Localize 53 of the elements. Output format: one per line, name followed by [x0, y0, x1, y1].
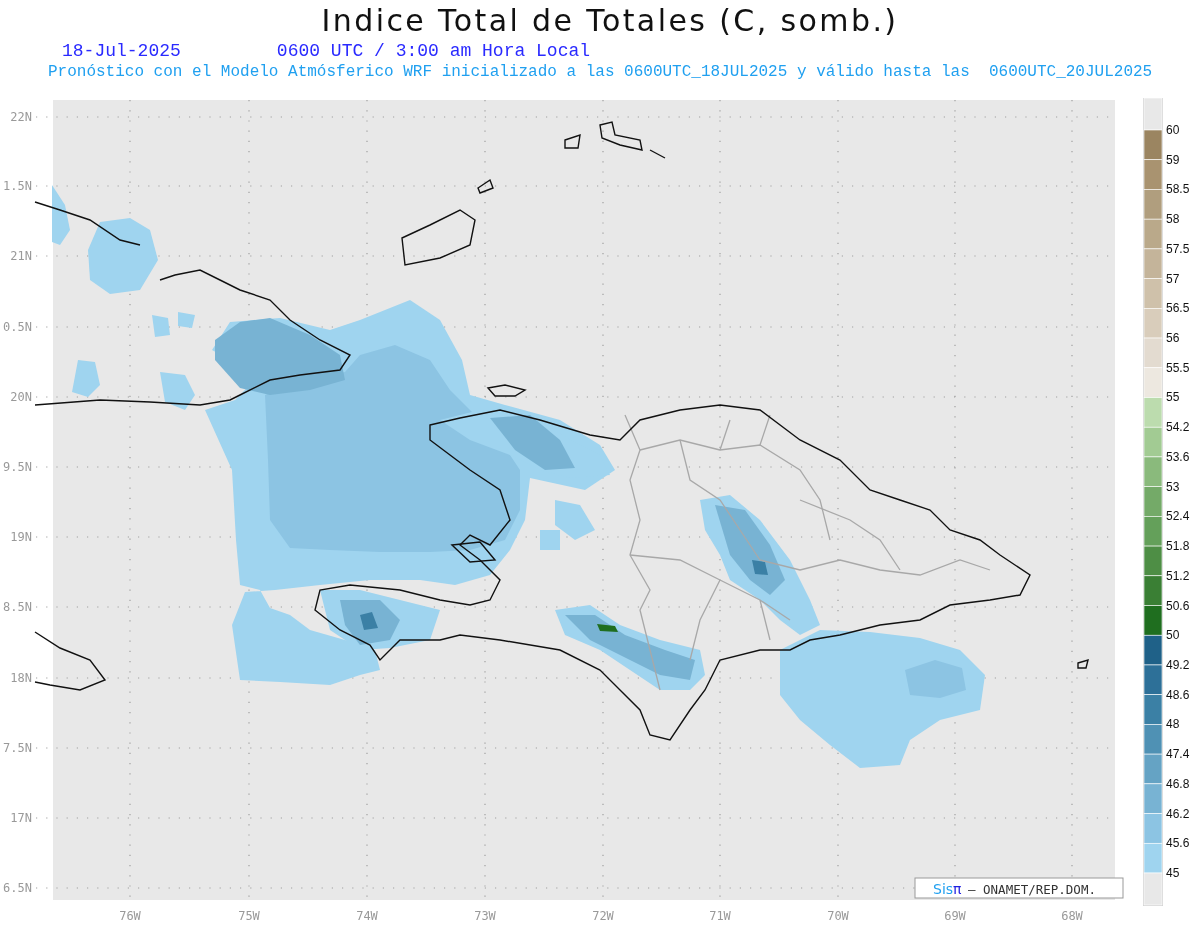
latitude-label: 0.5N	[3, 320, 32, 334]
forecast-description: Pronóstico con el Modelo Atmósferico WRF inicializado a las 0600UTC_18JUL2025 y válido hasta las 0600UTC_20JUL2025	[47, 62, 1154, 82]
colorbar-label: 60	[1166, 123, 1180, 137]
latitude-label: 21N	[10, 249, 32, 263]
latitude-label: 1.5N	[3, 179, 32, 193]
colorbar-label: 46.8	[1166, 776, 1190, 791]
latitude-label: 9.5N	[3, 460, 32, 474]
latitude-label: 8.5N	[3, 600, 32, 614]
logo-text: Sisπ	[933, 881, 962, 897]
longitude-label: 73W	[474, 909, 496, 923]
colorbar-label: 56	[1166, 331, 1180, 346]
longitude-label: 75W	[238, 909, 260, 923]
colorbar-label: 53	[1166, 479, 1180, 494]
colorbar-label: 53.6	[1166, 449, 1190, 464]
colorbar-label: 51.2	[1166, 568, 1190, 583]
latitude-label: 20N	[10, 390, 32, 404]
colorbar-label: 55.5	[1166, 360, 1190, 375]
colorbar-label: 47.4	[1166, 747, 1190, 762]
colorbar-label: 57.5	[1166, 241, 1190, 256]
colorbar-label: 50	[1166, 628, 1180, 643]
colorbar-label: 46.2	[1166, 806, 1190, 821]
longitude-label: 76W	[119, 909, 141, 923]
longitude-label: 68W	[1061, 909, 1083, 923]
colorbar-label: 49.2	[1166, 657, 1190, 672]
colorbar-label: 52.4	[1166, 509, 1190, 524]
colorbar-label: 58.5	[1166, 182, 1190, 197]
latitude-label: 22N	[10, 110, 32, 124]
latitude-label: 18N	[10, 671, 32, 685]
longitude-label: 71W	[709, 909, 731, 923]
longitude-label: 70W	[827, 909, 849, 923]
colorbar-label: 48	[1166, 717, 1180, 732]
longitude-label: 74W	[356, 909, 378, 923]
colorbar-label: 57	[1166, 271, 1180, 286]
longitude-label: 69W	[944, 909, 966, 923]
forecast-date: 18-Jul-2025	[62, 40, 181, 62]
colorbar-label: 56.5	[1166, 301, 1190, 316]
latitude-label: 7.5N	[3, 741, 32, 755]
longitude-label: 72W	[592, 909, 614, 923]
chart-title: Indice Total de Totales (C, somb.)	[321, 2, 899, 40]
latitude-label: 19N	[10, 530, 32, 544]
latitude-label: 6.5N	[3, 881, 32, 895]
colorbar-label: 51.8	[1166, 539, 1190, 554]
colorbar-label: 59	[1166, 152, 1180, 167]
colorbar-label: 50.6	[1166, 598, 1190, 613]
forecast-time: 0600 UTC / 3:00 am Hora Local	[276, 40, 591, 62]
colorbar-label: 45.6	[1166, 836, 1190, 851]
colorbar-label: 55	[1166, 390, 1180, 405]
latitude-label: 17N	[10, 811, 32, 825]
colorbar-label: 48.6	[1166, 687, 1190, 702]
credit-text: – ONAMET/REP.DOM.	[968, 882, 1096, 897]
colorbar-label: 58	[1166, 212, 1180, 227]
colorbar-label: 45	[1166, 866, 1180, 880]
colorbar-label: 54.2	[1166, 420, 1190, 435]
